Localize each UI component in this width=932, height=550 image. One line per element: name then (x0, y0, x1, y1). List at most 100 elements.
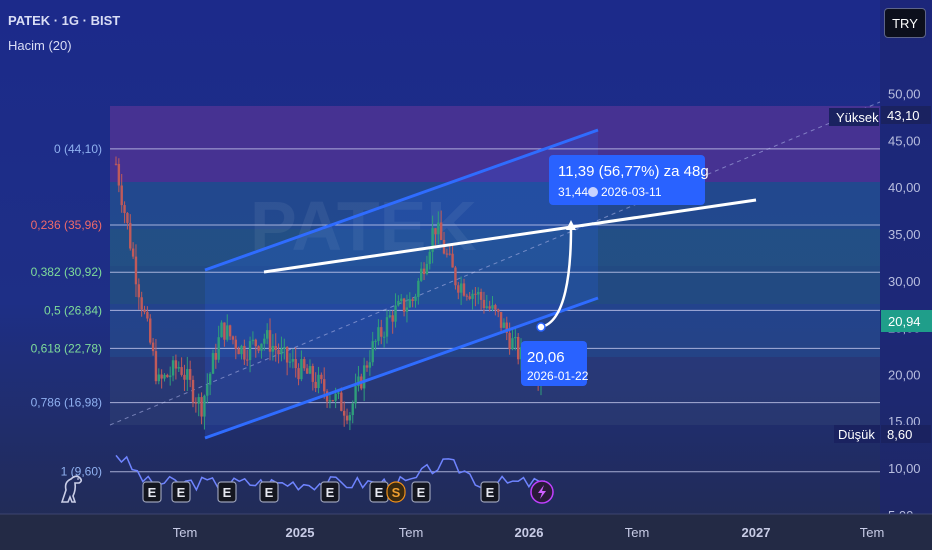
candle-body (154, 351, 158, 382)
x-tick-label: 2025 (286, 525, 315, 540)
candle-body (368, 362, 372, 368)
candle-body (149, 318, 152, 343)
candle-body (254, 339, 257, 347)
candle-body (340, 392, 343, 411)
projection-target-callout[interactable]: 11,39 (56,77%) za 48g 31,44 2026-03-11 (549, 155, 709, 205)
low-marker: Düşük 8,60 (834, 425, 931, 443)
candle-body (114, 163, 118, 165)
price-chart[interactable]: PATEK 0 (44,10)0,236 (35,96)0,382 (30,92… (0, 0, 932, 550)
candle-body (497, 309, 500, 312)
candle-body (260, 343, 263, 351)
candle-body (354, 386, 357, 404)
candle-body (420, 268, 423, 281)
projection-change-text: 11,39 (56,77%) za 48g (558, 163, 709, 180)
candle-body (140, 297, 143, 310)
candle-body (126, 213, 129, 223)
candle-body (499, 311, 503, 328)
candle-body (314, 381, 317, 389)
candle-body (485, 306, 489, 308)
candle-body (134, 256, 138, 285)
time-axis (0, 514, 932, 550)
candle-body (385, 317, 389, 337)
fib-level-label: 0 (44,10) (54, 142, 102, 156)
candle-body (274, 345, 277, 351)
candle-body (454, 267, 457, 286)
candle-body (160, 374, 163, 379)
candle-body (157, 374, 160, 382)
candle-body (434, 228, 437, 235)
fib-level-label: 0,618 (22,78) (31, 341, 102, 355)
candle-body (428, 251, 431, 264)
y-tick-label: 50,00 (888, 87, 921, 102)
fib-level-label: 0,382 (30,92) (31, 265, 102, 279)
projection-start-date: 2026-01-22 (527, 369, 589, 383)
currency-button[interactable]: TRY (884, 8, 926, 38)
candle-body (380, 327, 383, 337)
high-marker-value: 43,10 (887, 108, 920, 123)
candle-body (211, 353, 215, 374)
candle-body (391, 315, 394, 322)
candle-body (471, 293, 474, 299)
current-price-value: 20,94 (888, 314, 921, 329)
candle-body (508, 332, 511, 350)
candle-body (300, 359, 303, 380)
x-tick-label: Tem (173, 525, 198, 540)
dinosaur-icon (60, 475, 83, 503)
event-marker-label: E (375, 485, 384, 500)
candle-body (303, 359, 306, 369)
candle-body (502, 322, 506, 328)
candle-body (120, 185, 123, 206)
candle-body (285, 347, 289, 363)
candle-body (297, 368, 300, 380)
clock-icon (588, 187, 598, 197)
candle-body (208, 373, 212, 385)
candle-body (246, 359, 249, 361)
candle-body (174, 360, 178, 369)
candle-body (265, 330, 269, 339)
candle-body (305, 368, 309, 374)
candle-body (382, 336, 386, 338)
candle-body (294, 359, 297, 369)
candle-body (348, 415, 352, 421)
y-tick-label: 35,00 (888, 227, 921, 242)
candle-body (248, 341, 252, 361)
candle-body (268, 330, 272, 352)
candle-body (180, 367, 183, 375)
candle-body (137, 284, 141, 298)
candle-body (439, 222, 443, 240)
projection-start-callout[interactable]: 20,06 2026-01-22 (521, 341, 589, 386)
x-tick-label: 2027 (742, 525, 771, 540)
candle-body (374, 340, 377, 342)
candle-body (323, 379, 326, 392)
candle-body (168, 375, 172, 378)
candle-body (417, 280, 420, 297)
candle-body (277, 350, 280, 355)
candle-body (422, 268, 426, 275)
candle-body (457, 285, 460, 293)
candle-body (217, 337, 220, 360)
candle-body (482, 299, 486, 308)
volume-indicator-label[interactable]: Hacim (20) (8, 38, 72, 53)
candle-body (362, 365, 366, 389)
candle-body (488, 306, 491, 309)
y-tick-label: 20,00 (888, 367, 921, 382)
candle-body (291, 359, 295, 362)
candle-body (131, 248, 135, 257)
candle-body (331, 400, 334, 402)
candle-body (257, 346, 260, 351)
candle-body (494, 305, 497, 310)
candle-body (377, 327, 380, 341)
candle-body (448, 253, 451, 255)
x-tick-label: Tem (399, 525, 424, 540)
candle-body (251, 339, 255, 342)
candle-body (308, 366, 312, 374)
candle-body (337, 392, 340, 394)
candle-body (129, 222, 132, 249)
candle-body (400, 298, 403, 301)
y-tick-label: 10,00 (888, 461, 921, 476)
fib-level-label: 0,786 (16,98) (31, 396, 102, 410)
candle-body (183, 374, 186, 380)
candle-body (191, 379, 195, 403)
candle-body (317, 374, 320, 389)
candle-body (194, 402, 198, 404)
